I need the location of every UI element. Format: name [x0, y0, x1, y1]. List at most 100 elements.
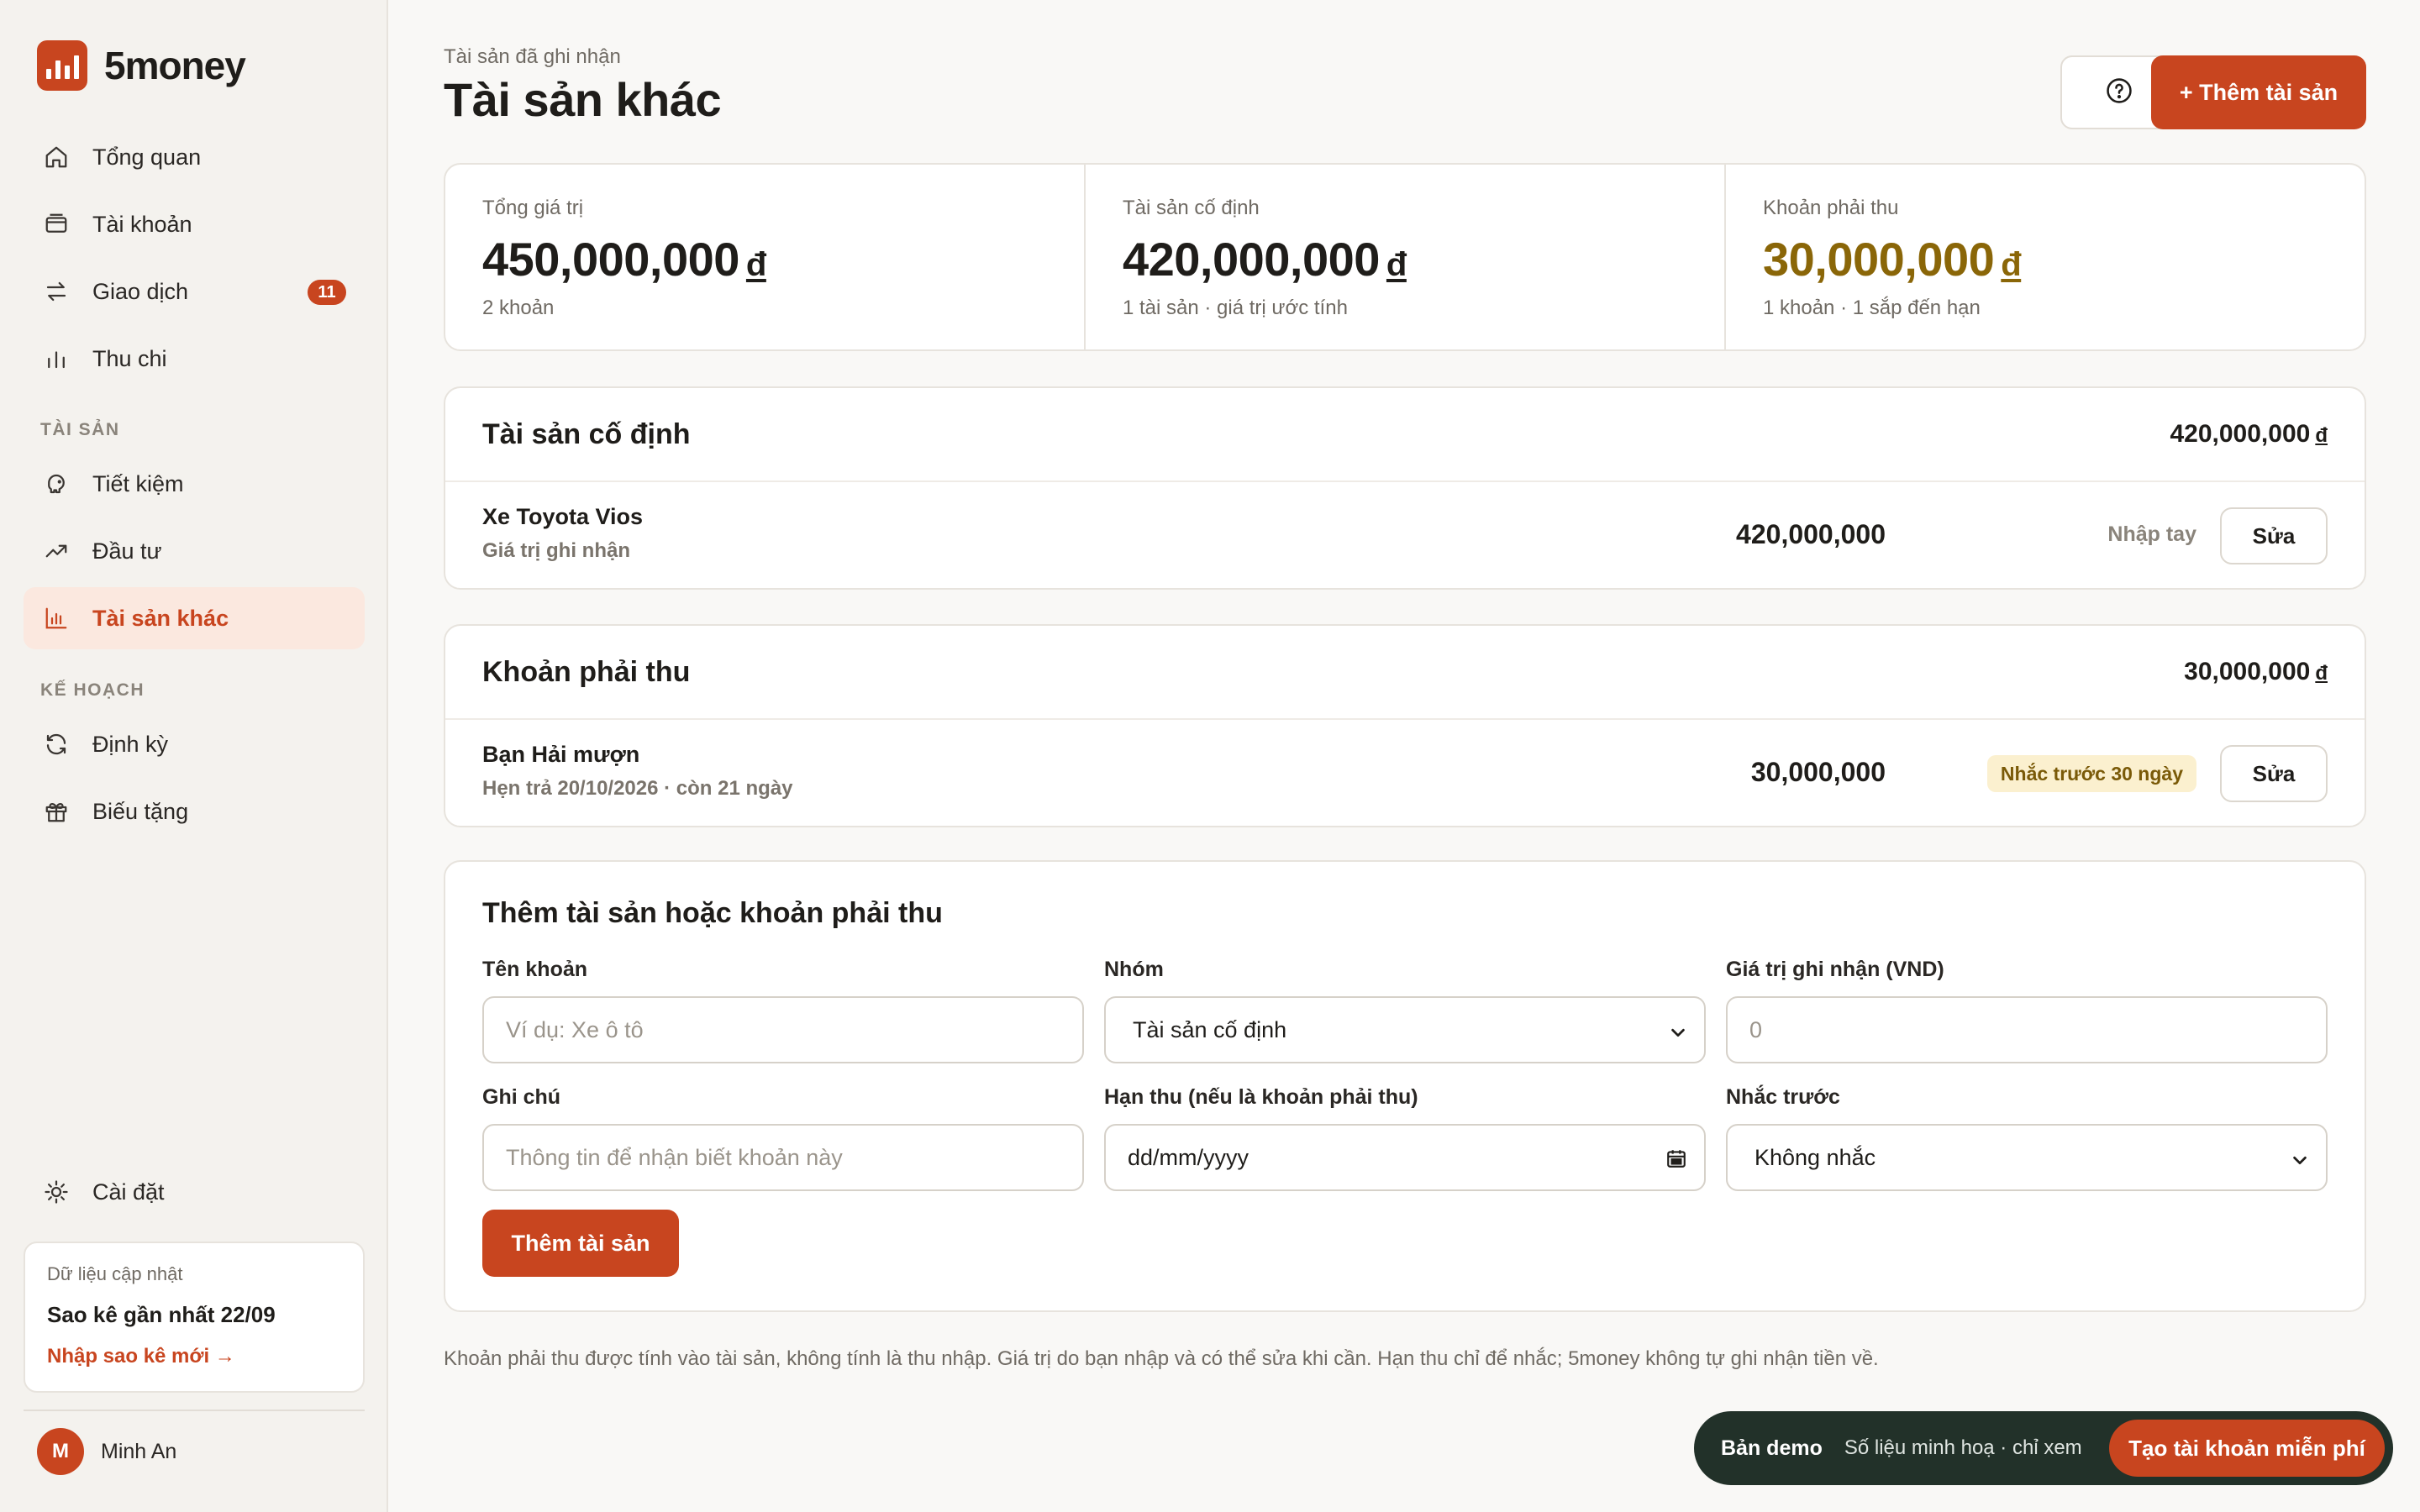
name-input[interactable]: Ví dụ: Xe ô tô: [482, 996, 1084, 1063]
receivable-amount: 30,000,000: [1750, 757, 1886, 787]
add-asset-top-button[interactable]: + Thêm tài sản: [2151, 55, 2366, 129]
receivable-sub: Hẹn trả 20/10/2026 · còn 21 ngày: [482, 777, 793, 800]
group-select[interactable]: Tài sản cố định: [1104, 996, 1706, 1063]
sidebar-item-gifts[interactable]: Biếu tặng: [24, 780, 365, 843]
currency-symbol: đ: [2001, 246, 2022, 283]
group-select-value: Tài sản cố định: [1133, 1016, 1287, 1042]
currency-symbol: đ: [745, 246, 766, 283]
sun-gear-icon: [42, 1178, 71, 1206]
note-input[interactable]: Thông tin để nhận biết khoản này: [482, 1124, 1084, 1191]
sidebar-item-savings[interactable]: Tiết kiệm: [24, 453, 365, 515]
summary-total: Tổng giá trị 450,000,000 đ 2 khoản: [445, 165, 1084, 349]
data-update-card: Dữ liệu cập nhật Sao kê gần nhất 22/09 N…: [24, 1242, 365, 1393]
group-title: Khoản phải thu: [482, 655, 691, 688]
chart-icon: [42, 604, 71, 633]
refresh-icon: [42, 730, 71, 759]
group-total-amount: 30,000,000: [2184, 658, 2311, 685]
table-row: Xe Toyota Vios Giá trị ghi nhận 420,000,…: [445, 482, 2365, 588]
summary-label: Tổng giá trị: [482, 197, 584, 219]
sidebar-item-income-expense[interactable]: Thu chi: [24, 328, 365, 390]
bar-chart-icon: [42, 344, 71, 373]
summary-card: Tổng giá trị 450,000,000 đ 2 khoản Tài sả…: [444, 163, 2366, 351]
summary-value: 30,000,000 đ: [1763, 232, 2328, 286]
summary-amount: 450,000,000: [482, 233, 739, 286]
table-row: Bạn Hải mượn Hẹn trả 20/10/2026 · còn 21…: [445, 720, 2365, 826]
edit-button[interactable]: Sửa: [2220, 507, 2328, 564]
piggy-bank-icon: [42, 470, 71, 498]
asset-sub: Giá trị ghi nhận: [482, 539, 631, 562]
summary-sub: 1 khoản · 1 sắp đến hạn: [1763, 297, 1981, 319]
sidebar-item-label: Tài sản khác: [92, 605, 229, 631]
sidebar-item-label: Đầu tư: [92, 538, 162, 564]
currency-symbol: đ: [2315, 424, 2328, 447]
sidebar-item-overview[interactable]: Tổng quan: [24, 126, 365, 188]
calendar-icon[interactable]: [1665, 1147, 1687, 1175]
data-update-title: Sao kê gần nhất 22/09: [47, 1302, 276, 1327]
sidebar-divider: [24, 1410, 365, 1411]
summary-fixed-assets: Tài sản cố định 420,000,000 đ 1 tài sản ·…: [1084, 165, 1724, 349]
summary-label: Tài sản cố định: [1123, 197, 1260, 219]
group-total: 420,000,000 đ: [2170, 420, 2328, 449]
sidebar-item-label: Thu chi: [92, 345, 167, 371]
demo-banner: Bản demo Số liệu minh hoạ · chỉ xem Tạo …: [1694, 1411, 2393, 1485]
brand-name: 5money: [104, 44, 246, 87]
value-placeholder: 0: [1749, 1016, 1763, 1042]
add-asset-form: Thêm tài sản hoặc khoản phải thu Tên kho…: [444, 860, 2366, 1312]
group-title: Tài sản cố định: [482, 417, 691, 450]
remind-label: Nhắc trước: [1726, 1085, 1840, 1109]
brand[interactable]: 5money: [37, 40, 246, 91]
due-date-input[interactable]: dd/mm/yyyy: [1104, 1124, 1706, 1191]
summary-value: 420,000,000 đ: [1123, 232, 1687, 286]
chevron-down-icon: [2291, 1149, 2309, 1175]
sidebar-item-label: Tiết kiệm: [92, 470, 184, 496]
summary-value: 450,000,000 đ: [482, 232, 1047, 286]
demo-title: Bản demo: [1721, 1436, 1823, 1460]
summary-amount: 420,000,000: [1123, 233, 1380, 286]
transactions-count-badge: 11: [308, 280, 346, 305]
remind-select-value: Không nhắc: [1754, 1144, 1876, 1170]
user-name: Minh An: [101, 1439, 177, 1463]
footnote: Khoản phải thu được tính vào tài sản, kh…: [444, 1347, 1879, 1370]
import-statement-link[interactable]: Nhập sao kê mới →: [47, 1345, 341, 1368]
wallet-icon: [42, 210, 71, 239]
gift-icon: [42, 797, 71, 826]
group-total-amount: 420,000,000: [2170, 420, 2311, 448]
user-profile[interactable]: M Minh An: [37, 1428, 176, 1475]
value-input[interactable]: 0: [1726, 996, 2328, 1063]
group-total: 30,000,000 đ: [2184, 658, 2328, 686]
summary-amount: 30,000,000: [1763, 233, 1995, 286]
receivables-card: Khoản phải thu 30,000,000 đ Bạn Hải mượn …: [444, 624, 2366, 827]
note-placeholder: Thông tin để nhận biết khoản này: [506, 1144, 843, 1170]
sidebar-item-settings[interactable]: Cài đặt: [24, 1161, 365, 1223]
due-date-placeholder: dd/mm/yyyy: [1128, 1144, 1249, 1170]
sidebar-item-investments[interactable]: Đầu tư: [24, 520, 365, 582]
sidebar-item-recurring[interactable]: Định kỳ: [24, 713, 365, 775]
sidebar-item-transactions[interactable]: Giao dịch 11: [24, 260, 365, 323]
manual-entry-tag: Nhập tay: [2107, 522, 2196, 546]
sidebar-item-label: Tài khoản: [92, 211, 192, 237]
value-label: Giá trị ghi nhận (VND): [1726, 958, 1944, 981]
group-header: Khoản phải thu 30,000,000 đ: [445, 626, 2365, 720]
remind-select[interactable]: Không nhắc: [1726, 1124, 2328, 1191]
currency-symbol: đ: [2315, 662, 2328, 685]
summary-sub: 2 khoản: [482, 297, 555, 319]
summary-receivables: Khoản phải thu 30,000,000 đ 1 khoản · 1 s…: [1724, 165, 2365, 349]
sidebar: 5money Tổng quan Tài khoản Giao dịch 11: [0, 0, 388, 1512]
home-icon: [42, 143, 71, 171]
sidebar-item-accounts[interactable]: Tài khoản: [24, 193, 365, 255]
brand-logo-icon: [37, 40, 87, 91]
add-asset-submit-button[interactable]: Thêm tài sản: [482, 1210, 679, 1277]
currency-symbol: đ: [1386, 246, 1407, 283]
receivable-name: Bạn Hải mượn: [482, 742, 640, 767]
form-title: Thêm tài sản hoặc khoản phải thu: [482, 897, 943, 929]
sidebar-item-other-assets[interactable]: Tài sản khác: [24, 587, 365, 649]
create-account-button[interactable]: Tạo tài khoản miễn phí: [2109, 1420, 2385, 1477]
reminder-badge: Nhắc trước 30 ngày: [1986, 755, 2196, 792]
sidebar-item-label: Giao dịch: [92, 278, 189, 304]
edit-button[interactable]: Sửa: [2220, 745, 2328, 802]
summary-sub: 1 tài sản · giá trị ước tính: [1123, 297, 1348, 319]
sidebar-item-label: Tổng quan: [92, 144, 202, 170]
page-title: Tài sản khác: [444, 73, 722, 126]
asset-amount: 420,000,000: [1736, 519, 1886, 549]
sidebar-item-label: Định kỳ: [92, 731, 169, 757]
